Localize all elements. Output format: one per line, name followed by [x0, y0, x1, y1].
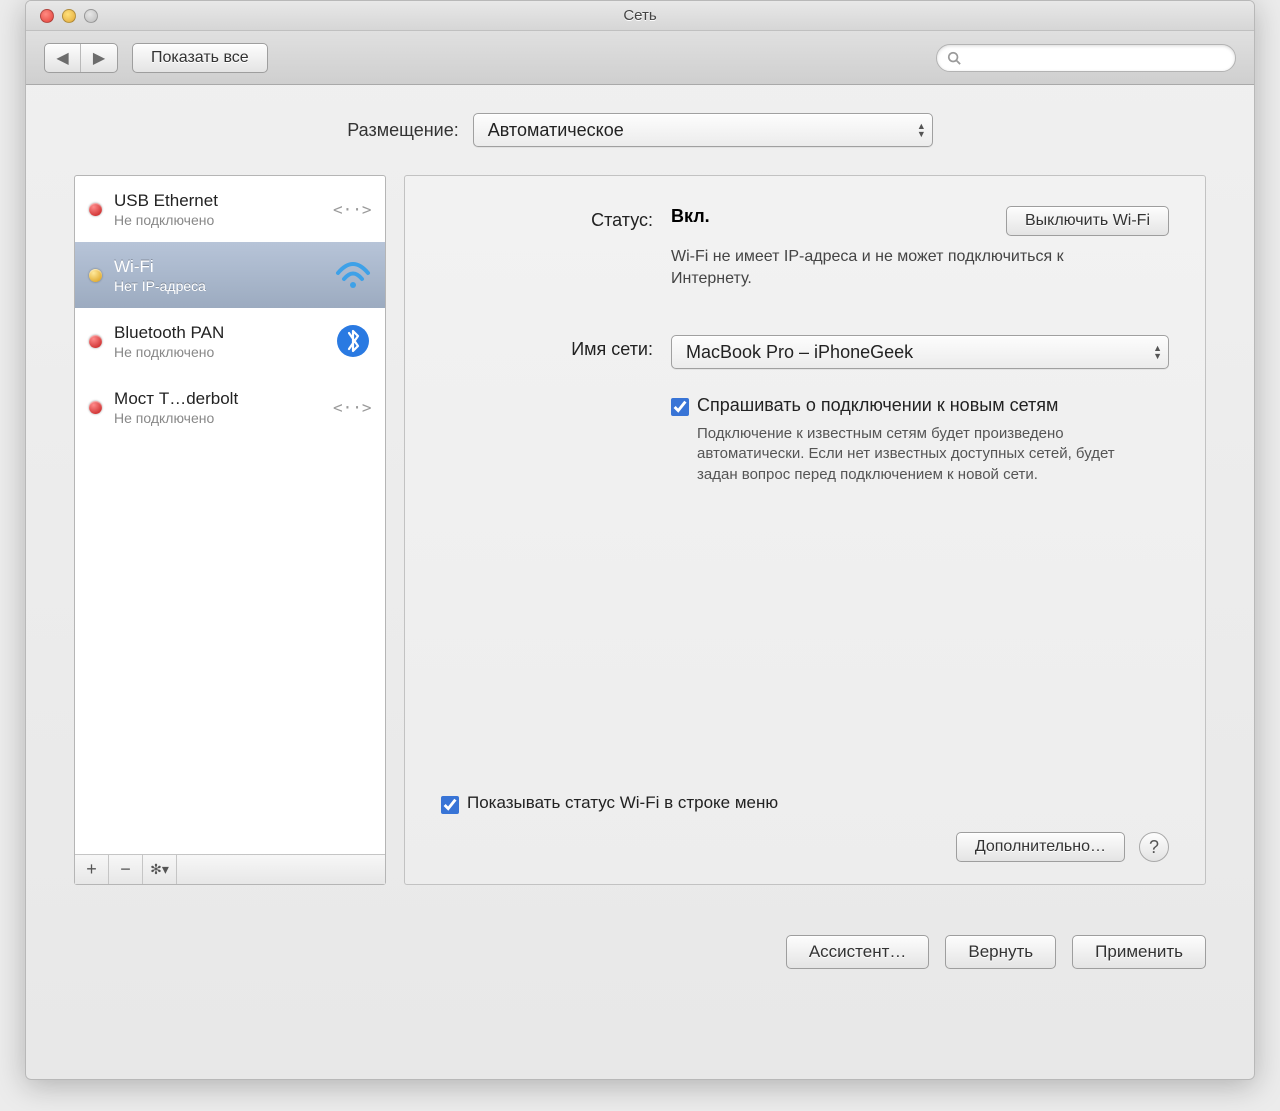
location-popup[interactable]: Автоматическое ▲▼: [473, 113, 933, 147]
dropdown-arrows-icon: ▲▼: [917, 122, 926, 138]
advanced-button[interactable]: Дополнительно…: [956, 832, 1125, 862]
search-icon: [947, 51, 961, 65]
location-label: Размещение:: [347, 120, 458, 141]
add-service-button[interactable]: +: [75, 855, 109, 884]
search-input[interactable]: [967, 50, 1225, 66]
sidebar-footer: + − ✻▾: [75, 854, 385, 884]
titlebar: Сеть: [26, 1, 1254, 31]
revert-button[interactable]: Вернуть: [945, 935, 1056, 969]
service-text: USB EthernetНе подключено: [114, 191, 321, 228]
location-row: Размещение: Автоматическое ▲▼: [74, 113, 1206, 147]
service-item-usb-ethernet[interactable]: USB EthernetНе подключено <··>: [75, 176, 385, 242]
zoom-window-button[interactable]: [84, 9, 98, 23]
turn-off-wifi-button[interactable]: Выключить Wi-Fi: [1006, 206, 1169, 236]
show-menubar-checkbox-row[interactable]: Показывать статус Wi-Fi в строке меню: [441, 793, 778, 814]
service-text: Мост T…derboltНе подключено: [114, 389, 321, 426]
remove-service-button[interactable]: −: [109, 855, 143, 884]
svg-text:<··>: <··>: [333, 200, 372, 219]
nav-back-forward: ◀ ▶: [44, 43, 118, 73]
status-led-icon: [89, 335, 102, 348]
apply-button[interactable]: Применить: [1072, 935, 1206, 969]
service-status: Нет IP-адреса: [114, 278, 321, 294]
bluetooth-icon: [333, 324, 373, 358]
wifi-icon: [333, 258, 373, 292]
ask-join-checkbox-row[interactable]: Спрашивать о подключении к новым сетям: [671, 395, 1169, 416]
location-value: Автоматическое: [488, 120, 624, 141]
minimize-window-button[interactable]: [62, 9, 76, 23]
toolbar: ◀ ▶ Показать все: [26, 31, 1254, 85]
ask-join-checkbox[interactable]: [671, 398, 689, 416]
service-item-bluetooth-pan[interactable]: Bluetooth PANНе подключено: [75, 308, 385, 374]
nav-back-button[interactable]: ◀: [45, 44, 81, 72]
service-name: Wi-Fi: [114, 257, 321, 277]
service-sidebar: USB EthernetНе подключено<··>Wi-FiНет IP…: [74, 175, 386, 885]
service-item-wi-fi[interactable]: Wi-FiНет IP-адреса: [75, 242, 385, 308]
service-status: Не подключено: [114, 344, 321, 360]
network-name-label: Имя сети:: [441, 335, 671, 369]
show-menubar-label: Показывать статус Wi-Fi в строке меню: [467, 793, 778, 813]
assistant-button[interactable]: Ассистент…: [786, 935, 930, 969]
network-name-value: MacBook Pro – iPhoneGeek: [686, 342, 913, 363]
service-item--t-derbolt[interactable]: Мост T…derboltНе подключено <··>: [75, 374, 385, 440]
service-actions-button[interactable]: ✻▾: [143, 855, 177, 884]
dropdown-arrows-icon: ▲▼: [1153, 344, 1162, 360]
ask-join-label: Спрашивать о подключении к новым сетям: [697, 395, 1058, 416]
service-name: USB Ethernet: [114, 191, 321, 211]
service-text: Wi-FiНет IP-адреса: [114, 257, 321, 294]
window-title: Сеть: [26, 7, 1254, 24]
status-description: Wi-Fi не имеет IP-адреса и не может подк…: [671, 246, 1101, 289]
service-status: Не подключено: [114, 212, 321, 228]
detail-panel: Статус: Вкл. Выключить Wi-Fi Wi-Fi не им…: [404, 175, 1206, 885]
network-preferences-window: Сеть ◀ ▶ Показать все Размещение: Автома…: [25, 0, 1255, 1080]
status-led-icon: [89, 269, 102, 282]
show-menubar-checkbox[interactable]: [441, 796, 459, 814]
search-field[interactable]: [936, 44, 1236, 72]
action-bar: Ассистент… Вернуть Применить: [26, 909, 1254, 969]
status-led-icon: [89, 401, 102, 414]
status-led-icon: [89, 203, 102, 216]
show-all-button[interactable]: Показать все: [132, 43, 268, 73]
nav-forward-button[interactable]: ▶: [81, 44, 117, 72]
service-name: Bluetooth PAN: [114, 323, 321, 343]
svg-text:<··>: <··>: [333, 398, 372, 417]
service-list: USB EthernetНе подключено<··>Wi-FiНет IP…: [75, 176, 385, 854]
ask-join-description: Подключение к известным сетям будет прои…: [697, 424, 1127, 485]
status-value: Вкл.: [671, 206, 710, 227]
status-label: Статус:: [441, 206, 671, 289]
ethernet-icon: <··>: [333, 192, 373, 226]
ethernet-icon: <··>: [333, 390, 373, 424]
help-button[interactable]: ?: [1139, 832, 1169, 862]
service-status: Не подключено: [114, 410, 321, 426]
close-window-button[interactable]: [40, 9, 54, 23]
window-controls: [26, 9, 98, 23]
service-name: Мост T…derbolt: [114, 389, 321, 409]
network-name-popup[interactable]: MacBook Pro – iPhoneGeek ▲▼: [671, 335, 1169, 369]
service-text: Bluetooth PANНе подключено: [114, 323, 321, 360]
